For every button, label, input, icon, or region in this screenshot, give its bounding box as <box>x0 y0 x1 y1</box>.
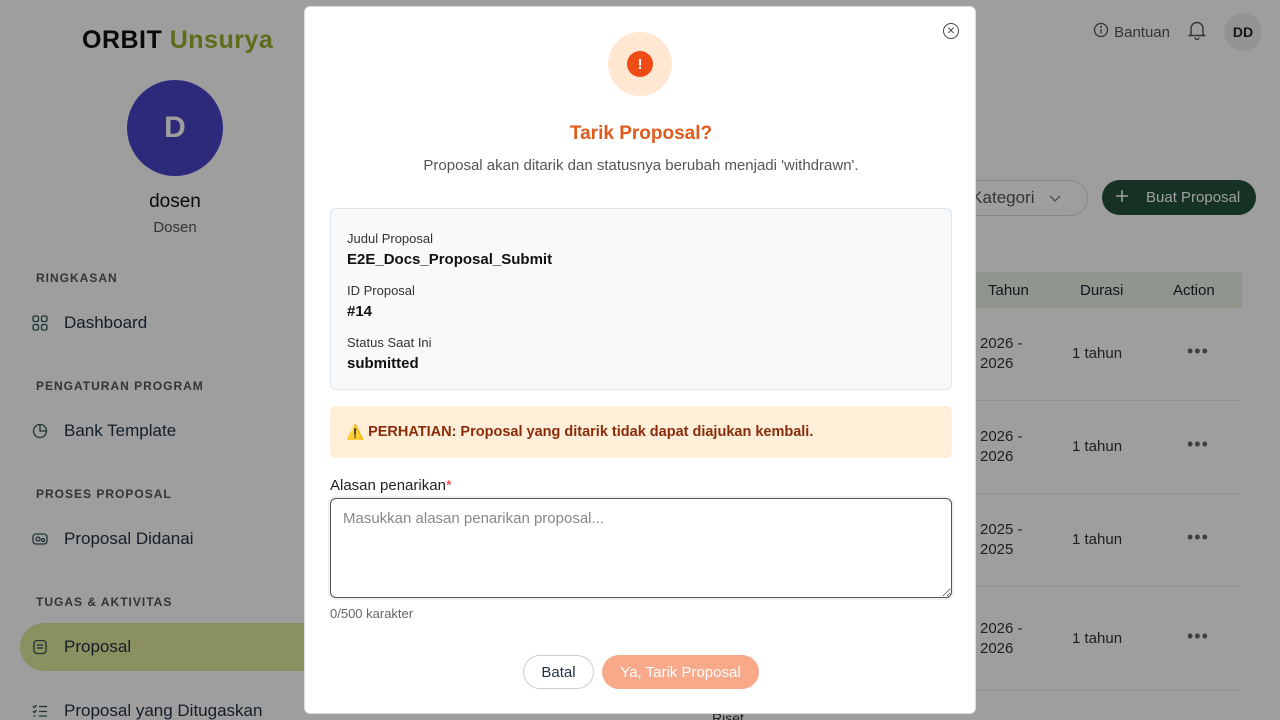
required-mark: * <box>445 477 452 494</box>
warning-badge: ! <box>608 32 672 96</box>
proposal-title-value: E2E_Docs_Proposal_Submit <box>347 251 553 268</box>
dialog-description: Proposal akan ditarik dan statusnya beru… <box>423 157 859 174</box>
proposal-status-label: Status Saat Ini <box>347 335 432 350</box>
cancel-button[interactable]: Batal <box>523 655 594 689</box>
character-counter: 0/500 karakter <box>330 606 414 621</box>
reason-textarea[interactable] <box>330 498 952 598</box>
proposal-id-label: ID Proposal <box>347 283 415 298</box>
warning-icon: ⚠️ <box>346 424 365 441</box>
proposal-info-box: Judul Proposal E2E_Docs_Proposal_Submit … <box>330 208 952 390</box>
warning-alert: ⚠️ PERHATIAN: Proposal yang ditarik tida… <box>330 406 952 458</box>
exclamation-icon: ! <box>627 51 653 77</box>
proposal-status-value: submitted <box>347 355 419 372</box>
close-icon[interactable]: ✕ <box>943 23 959 39</box>
reason-label-text: Alasan penarikan <box>330 477 446 494</box>
withdraw-proposal-dialog: ✕ ! Tarik Proposal? Proposal akan ditari… <box>304 6 976 714</box>
dialog-title: Tarik Proposal? <box>569 123 713 144</box>
proposal-id-value: #14 <box>347 303 373 320</box>
confirm-withdraw-button[interactable]: Ya, Tarik Proposal <box>602 655 759 689</box>
reason-label: Alasan penarikan* <box>330 477 452 494</box>
warning-text: PERHATIAN: Proposal yang ditarik tidak d… <box>368 424 814 440</box>
proposal-title-label: Judul Proposal <box>347 231 433 246</box>
